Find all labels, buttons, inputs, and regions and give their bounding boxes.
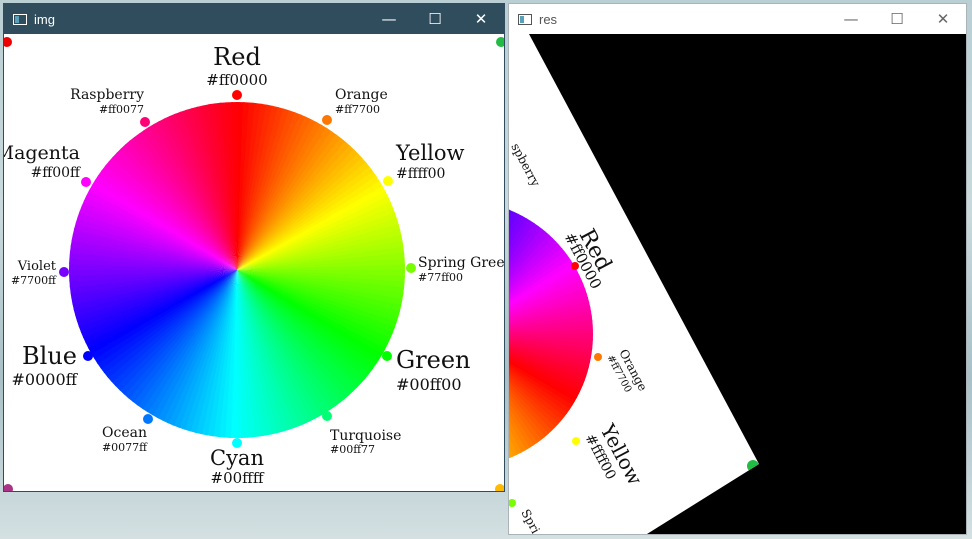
app-window-icon: [518, 13, 532, 25]
marker-raspberry: [140, 117, 150, 127]
res-titlebar[interactable]: res — ☐ ✕: [509, 4, 966, 34]
minimize-button[interactable]: —: [366, 4, 412, 34]
label-turquoise-name: Turquoise: [330, 428, 401, 444]
label-blue-name: Blue: [22, 342, 77, 370]
marker-blue: [83, 351, 93, 361]
color-wheel: [69, 102, 405, 438]
maximize-button[interactable]: ☐: [412, 4, 458, 34]
label-spring-green-name: Spring Green: [418, 255, 504, 271]
img-canvas: Red #ff0000 Orange #ff7700 Yellow #ffff0…: [4, 34, 504, 491]
label-red-hex: #ff0000: [206, 71, 267, 89]
label-spring-green-hex: #77ff00: [418, 271, 463, 284]
label-yellow-hex: #ffff00: [396, 166, 445, 182]
rotated-result-image: Red #ff0000 Orange #ff7700 Yellow #ffff0…: [509, 34, 966, 534]
marker-orange: [322, 115, 332, 125]
label-cyan-hex: #00ffff: [211, 469, 265, 487]
label-turquoise-hex: #00ff77: [330, 443, 375, 456]
label-magenta-hex: #ff00ff: [31, 165, 81, 181]
label-orange-name: Orange: [335, 87, 388, 103]
res-window: res — ☐ ✕ Red #ff0000 Orange #ff7700 Yel…: [508, 3, 967, 535]
corner-dot: [4, 484, 13, 491]
res-marker-yellow: [572, 437, 580, 445]
marker-turquoise: [322, 411, 332, 421]
res-marker-orange: [594, 353, 602, 361]
label-raspberry-name: Raspberry: [70, 87, 144, 103]
label-yellow-name: Yellow: [395, 141, 465, 165]
label-violet-name: Violet: [17, 259, 57, 274]
label-red-name: Red: [213, 43, 261, 71]
label-green-hex: #00ff00: [396, 375, 462, 394]
label-magenta-name: Magenta: [4, 142, 80, 164]
marker-green: [382, 351, 392, 361]
label-raspberry-hex: #ff0077: [99, 103, 144, 116]
corner-dot: [495, 484, 504, 491]
label-blue-hex: #0000ff: [12, 370, 79, 389]
img-window: img — ☐ ✕ Red #ff0000 Orange #ff7700 Yel…: [3, 3, 505, 492]
marker-red: [232, 90, 242, 100]
label-orange-hex: #ff7700: [335, 103, 380, 116]
res-canvas: Red #ff0000 Orange #ff7700 Yellow #ffff0…: [509, 34, 966, 534]
app-window-icon: [13, 13, 27, 25]
marker-magenta: [81, 177, 91, 187]
marker-violet: [59, 267, 69, 277]
img-titlebar[interactable]: img — ☐ ✕: [4, 4, 504, 34]
marker-yellow: [383, 176, 393, 186]
marker-spring-green: [406, 263, 416, 273]
corner-dot: [496, 37, 504, 47]
label-cyan-name: Cyan: [210, 446, 264, 470]
img-window-title: img: [34, 11, 55, 27]
minimize-button[interactable]: —: [828, 4, 874, 34]
color-wheel-image: Red #ff0000 Orange #ff7700 Yellow #ffff0…: [4, 37, 504, 491]
corner-dot: [4, 37, 12, 47]
close-button[interactable]: ✕: [458, 4, 504, 34]
label-ocean-name: Ocean: [102, 425, 147, 441]
label-violet-hex: #7700ff: [11, 274, 57, 287]
marker-ocean: [143, 414, 153, 424]
close-button[interactable]: ✕: [920, 4, 966, 34]
maximize-button[interactable]: ☐: [874, 4, 920, 34]
label-green-name: Green: [396, 346, 471, 374]
label-ocean-hex: #0077ff: [102, 441, 148, 454]
res-window-title: res: [539, 11, 558, 27]
